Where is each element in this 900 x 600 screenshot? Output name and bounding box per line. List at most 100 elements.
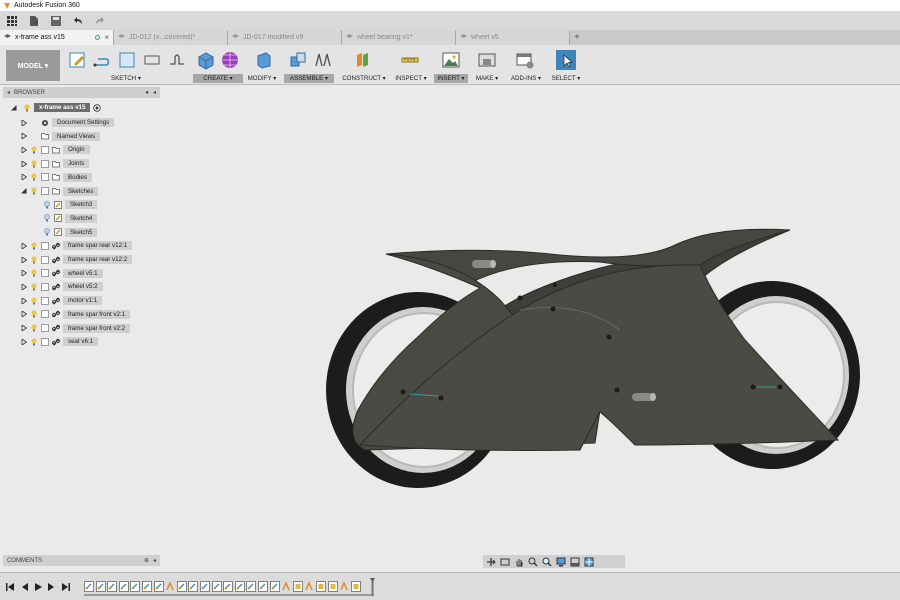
timeline-sketch-icon[interactable] <box>95 581 106 592</box>
lightbulb-icon[interactable] <box>30 159 38 168</box>
browser-item-label[interactable]: wheel v5:2 <box>63 282 103 292</box>
timeline-sketch-icon[interactable] <box>188 581 199 592</box>
3d-viewport[interactable] <box>162 86 900 556</box>
timeline-track[interactable] <box>84 594 374 596</box>
collapsed-triangle-icon[interactable] <box>21 160 27 167</box>
tab-x-frame-ass[interactable]: x-frame ass v15 × <box>0 30 114 45</box>
zoom-window-icon[interactable] <box>542 557 552 567</box>
browser-item-label[interactable]: Sketch4 <box>65 213 98 223</box>
lightbulb-icon[interactable] <box>43 200 51 209</box>
3d-print-icon[interactable] <box>477 50 497 70</box>
timeline-joint-icon[interactable] <box>165 581 175 592</box>
tab-jd-017[interactable]: JD-017 modified v9 <box>228 30 342 45</box>
pin-icon[interactable]: ● <box>145 90 149 96</box>
visibility-checkbox-icon[interactable] <box>41 159 49 168</box>
lightbulb-icon[interactable] <box>30 296 38 305</box>
timeline-sketch-icon[interactable] <box>246 581 257 592</box>
collapse-icon[interactable]: ◂ <box>7 89 10 96</box>
lightbulb-icon[interactable] <box>30 324 38 332</box>
lightbulb-icon[interactable] <box>23 103 31 112</box>
viewports-icon[interactable] <box>584 557 594 567</box>
collapsed-triangle-icon[interactable] <box>21 311 27 318</box>
collapsed-triangle-icon[interactable] <box>21 174 27 181</box>
collapsed-triangle-icon[interactable] <box>21 297 27 304</box>
browser-item-label[interactable]: Sketch3 <box>65 200 98 210</box>
timeline-sketch-icon[interactable] <box>118 581 129 592</box>
browser-tree-row[interactable]: frame spar front v2:1 <box>21 309 131 320</box>
tab-jd-012[interactable]: JD-012 (x...covered)* <box>114 30 228 45</box>
browser-root-row[interactable]: x-frame ass v15 <box>11 102 102 113</box>
browser-item-label[interactable]: Named Views <box>52 131 101 141</box>
ribbon-group-add-ins[interactable]: ADD-INS ▾ <box>508 74 544 83</box>
timeline-joint-icon[interactable] <box>339 581 349 592</box>
new-component-icon[interactable] <box>288 50 308 70</box>
redo-icon[interactable] <box>92 14 108 28</box>
expand-panel-icon[interactable]: ◂ <box>153 557 156 564</box>
timeline-joint-icon[interactable] <box>304 581 314 592</box>
ribbon-group-assemble[interactable]: ASSEMBLE ▾ <box>284 74 334 83</box>
collapsed-triangle-icon[interactable] <box>21 256 27 263</box>
browser-tree-row[interactable]: Origin <box>21 144 90 155</box>
next-frame-icon[interactable] <box>48 583 56 591</box>
insert-image-icon[interactable] <box>441 50 461 70</box>
timeline-body-icon[interactable] <box>316 581 326 592</box>
sphere-grid-icon[interactable] <box>220 50 240 70</box>
lightbulb-icon[interactable] <box>30 255 38 264</box>
save-icon[interactable] <box>48 14 64 28</box>
timeline-sketch-icon[interactable] <box>234 581 245 592</box>
collapsed-triangle-icon[interactable] <box>21 270 27 277</box>
timeline-sketch-icon[interactable] <box>269 581 280 592</box>
lightbulb-icon[interactable] <box>43 228 51 236</box>
browser-tree-row[interactable]: frame spar rear v12:1 <box>21 240 133 251</box>
browser-item-label[interactable]: frame spar rear v12:1 <box>63 241 133 251</box>
add-comment-icon[interactable]: ⊕ <box>144 557 149 564</box>
undo-icon[interactable] <box>70 14 86 28</box>
tab-wheel-bearing[interactable]: wheel bearing v1* <box>342 30 456 45</box>
orbit-icon[interactable] <box>486 557 496 567</box>
browser-tree-row[interactable]: Document Settings <box>21 117 115 128</box>
visibility-checkbox-icon[interactable] <box>41 187 49 195</box>
radio-active-icon[interactable] <box>93 103 102 112</box>
browser-tree-row[interactable]: Sketch5 <box>43 227 98 238</box>
sketch-edit-icon[interactable] <box>68 50 88 70</box>
visibility-checkbox-icon[interactable] <box>41 296 49 305</box>
play-icon[interactable] <box>34 583 42 591</box>
expanded-triangle-icon[interactable] <box>21 188 27 194</box>
collapsed-triangle-icon[interactable] <box>21 325 27 331</box>
timeline-sketch-icon[interactable] <box>258 581 268 592</box>
timeline-sketch-icon[interactable] <box>107 581 118 592</box>
select-icon[interactable] <box>556 50 576 70</box>
browser-tree-row[interactable]: Sketch3 <box>43 199 98 210</box>
timeline-sketch-icon[interactable] <box>200 581 210 592</box>
lightbulb-icon[interactable] <box>30 283 38 291</box>
browser-tree-row[interactable]: Sketches <box>21 186 99 197</box>
ribbon-group-create[interactable]: CREATE ▾ <box>193 74 243 83</box>
extrude-icon[interactable] <box>196 50 216 70</box>
timeline-sketch-icon[interactable] <box>223 581 234 592</box>
browser-item-label[interactable]: motor v1:1 <box>63 296 103 306</box>
timeline-marker-icon[interactable] <box>370 578 375 596</box>
lightbulb-icon[interactable] <box>30 146 38 154</box>
file-icon[interactable] <box>26 14 42 28</box>
browser-item-label[interactable]: seat v6:1 <box>63 337 99 347</box>
browser-tree-row[interactable]: Joints <box>21 158 90 169</box>
timeline-joint-icon[interactable] <box>281 581 291 592</box>
ribbon-group-select[interactable]: SELECT ▾ <box>548 74 584 83</box>
zoom-icon[interactable] <box>528 557 538 567</box>
slot-icon[interactable] <box>142 50 162 70</box>
browser-tree-row[interactable]: wheel v5:2 <box>21 281 103 292</box>
collapsed-triangle-icon[interactable] <box>21 338 27 345</box>
browser-tree-row[interactable]: Named Views <box>21 131 101 142</box>
browser-root-label[interactable]: x-frame ass v15 <box>34 103 91 112</box>
rectangle-icon[interactable] <box>117 50 137 70</box>
collapsed-triangle-icon[interactable] <box>21 119 27 126</box>
lightbulb-icon[interactable] <box>30 187 38 195</box>
lightbulb-icon[interactable] <box>30 338 38 346</box>
browser-item-label[interactable]: wheel v5:1 <box>63 268 103 278</box>
browser-tree-row[interactable]: seat v6:1 <box>21 336 99 347</box>
browser-item-label[interactable]: Joints <box>63 159 90 169</box>
lightbulb-icon[interactable] <box>30 242 38 250</box>
browser-item-label[interactable]: frame spar front v2:1 <box>63 309 131 319</box>
offset-plane-icon[interactable] <box>353 50 373 70</box>
visibility-checkbox-icon[interactable] <box>41 337 49 346</box>
